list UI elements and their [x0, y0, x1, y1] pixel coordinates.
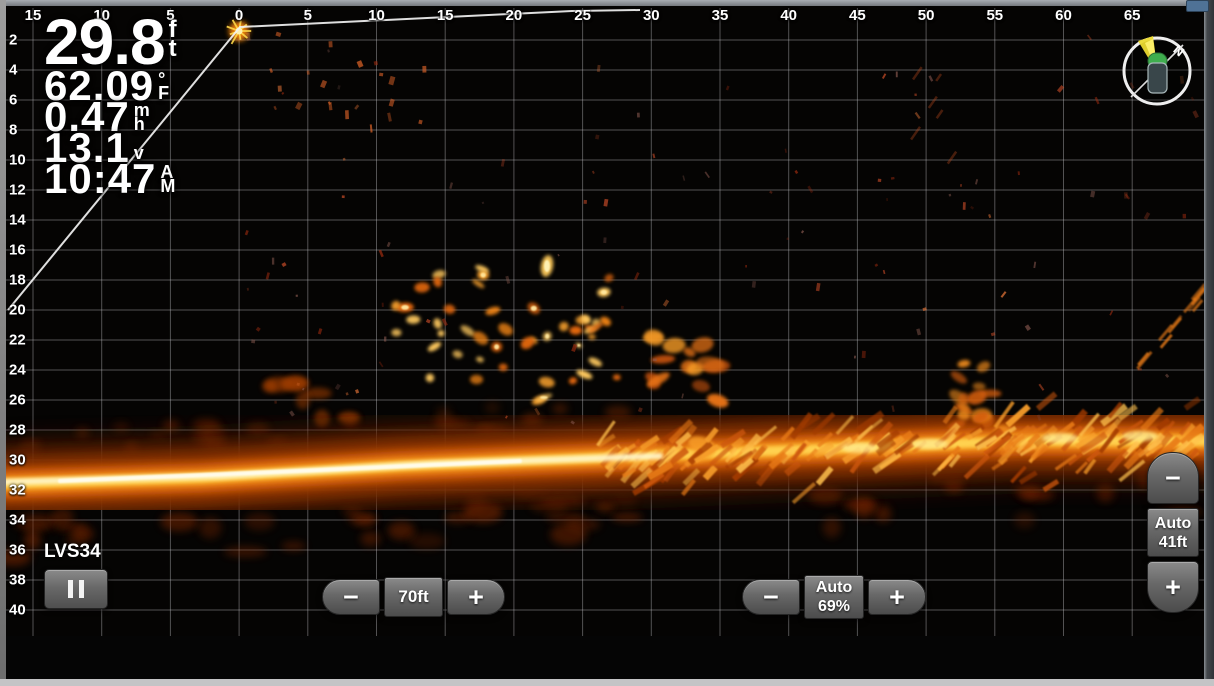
ruler-label: 65: [1124, 7, 1141, 24]
frame-edge-top: [0, 0, 1214, 6]
ruler-label: 15: [437, 7, 454, 24]
range-plus-button[interactable]: +: [447, 579, 505, 615]
ruler-label: 30: [643, 7, 660, 24]
plus-icon: +: [468, 585, 484, 609]
ruler-label: 60: [1055, 7, 1072, 24]
gain-value-button[interactable]: Auto 69%: [804, 575, 864, 619]
time-readout: 10:47 AM: [44, 163, 176, 194]
bottom-bar: 29.8 ft WaypointsInfoHomeMenuMarkSOS: [0, 636, 1214, 679]
fishfinder-screen: { "window": { "video_overlay_icon": "pic…: [0, 0, 1214, 686]
range-value-button[interactable]: 70ft: [384, 577, 443, 617]
minus-icon: −: [343, 585, 359, 609]
depth-label: 34: [9, 512, 26, 529]
depth-label: 8: [9, 122, 17, 139]
ruler-label: 35: [712, 7, 729, 24]
pause-icon: [68, 580, 73, 598]
depth-label: 16: [9, 242, 26, 259]
ruler-label: 45: [849, 7, 866, 24]
ruler-label: 5: [304, 7, 312, 24]
depth-range-mode: Auto: [1155, 514, 1191, 533]
plus-icon: +: [889, 585, 905, 609]
data-overlay: 29.8 ft 62.09 °F 0.47 mh 13.1 v 10:47 AM: [44, 14, 176, 194]
depth-label: 30: [9, 452, 26, 469]
time-unit: AM: [160, 165, 176, 193]
pause-button[interactable]: [44, 569, 108, 609]
depth-label: 2: [9, 32, 17, 49]
depth-label: 4: [9, 62, 17, 79]
pause-icon: [79, 580, 84, 598]
depth-label: 36: [9, 542, 26, 559]
ruler-label: 15: [25, 7, 42, 24]
transducer-source-label: LVS34: [44, 541, 101, 563]
depth-unit: ft: [169, 20, 176, 58]
temperature-unit: °F: [158, 72, 170, 100]
ruler-label: 0: [235, 7, 243, 24]
depth-label: 18: [9, 272, 26, 289]
depth-range-value: 41ft: [1159, 533, 1187, 552]
depth-label: 22: [9, 332, 26, 349]
gain-plus-button[interactable]: +: [868, 579, 926, 615]
ruler-label: 20: [506, 7, 523, 24]
depth-label: 26: [9, 392, 26, 409]
frame-edge-left: [0, 0, 6, 686]
depth-label: 24: [9, 362, 26, 379]
video-overlay-icon[interactable]: [1186, 0, 1209, 12]
depth-label: 20: [9, 302, 26, 319]
frame-edge-right: [1204, 0, 1214, 686]
minus-icon: −: [763, 585, 779, 609]
frame-edge-bottom: [0, 679, 1214, 686]
time-value: 10:47: [44, 163, 156, 194]
depth-range-value-button[interactable]: Auto 41ft: [1147, 508, 1199, 557]
gain-minus-button[interactable]: −: [742, 579, 800, 615]
depth-label: 10: [9, 152, 26, 169]
sonar-view[interactable]: [0, 0, 1214, 686]
speed-unit: mh: [134, 103, 151, 131]
depth-label: 28: [9, 422, 26, 439]
minus-icon: −: [1165, 466, 1181, 490]
depth-label: 6: [9, 92, 17, 109]
gain-mode: Auto: [816, 578, 852, 597]
depth-label: 14: [9, 212, 26, 229]
ruler-label: 25: [574, 7, 591, 24]
ruler-label: 10: [368, 7, 385, 24]
ruler-label: 40: [780, 7, 797, 24]
depth-label: 38: [9, 572, 26, 589]
range-minus-button[interactable]: −: [322, 579, 380, 615]
gain-value: 69%: [818, 597, 850, 616]
depth-range-plus-button[interactable]: +: [1147, 561, 1199, 613]
plus-icon: +: [1165, 575, 1181, 599]
depth-label: 40: [9, 602, 26, 619]
depth-label: 32: [9, 482, 26, 499]
depth-range-minus-button[interactable]: −: [1147, 452, 1199, 504]
ruler-label: 50: [918, 7, 935, 24]
depth-label: 12: [9, 182, 26, 199]
range-value: 70ft: [398, 587, 428, 607]
ruler-label: 55: [986, 7, 1003, 24]
orientation-indicator-icon: N: [1118, 30, 1198, 112]
